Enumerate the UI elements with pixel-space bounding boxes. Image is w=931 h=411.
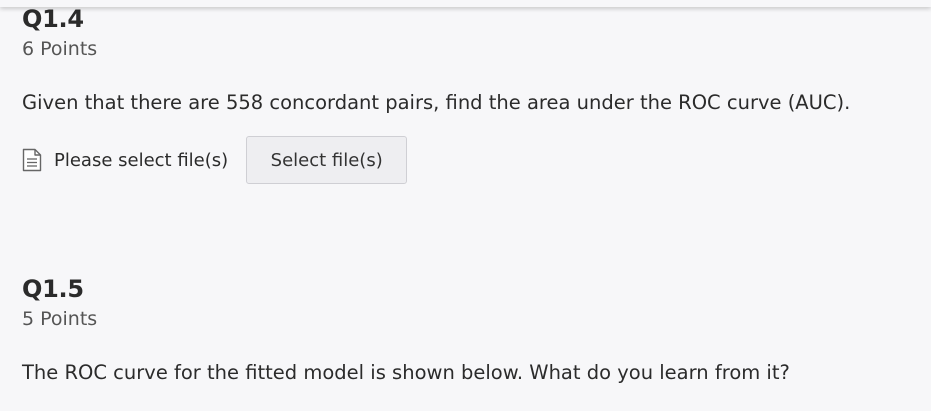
select-files-button[interactable]: Select file(s) xyxy=(246,136,408,184)
file-text-icon xyxy=(22,148,42,172)
question-q1-5: Q1.5 5 Points The ROC curve for the fitt… xyxy=(22,275,790,385)
header-shadow xyxy=(0,0,931,7)
question-text: The ROC curve for the fitted model is sh… xyxy=(22,361,790,384)
question-q1-4: Q1.4 6 Points Given that there are 558 c… xyxy=(22,5,850,115)
question-points: 6 Points xyxy=(22,38,98,60)
question-points: 5 Points xyxy=(22,308,98,330)
question-text: Given that there are 558 concordant pair… xyxy=(22,91,851,114)
file-upload-row: Please select file(s) Select file(s) xyxy=(22,136,408,184)
question-title: Q1.4 xyxy=(22,5,84,33)
upload-status-label: Please select file(s) xyxy=(54,149,229,171)
question-title: Q1.5 xyxy=(22,275,84,303)
